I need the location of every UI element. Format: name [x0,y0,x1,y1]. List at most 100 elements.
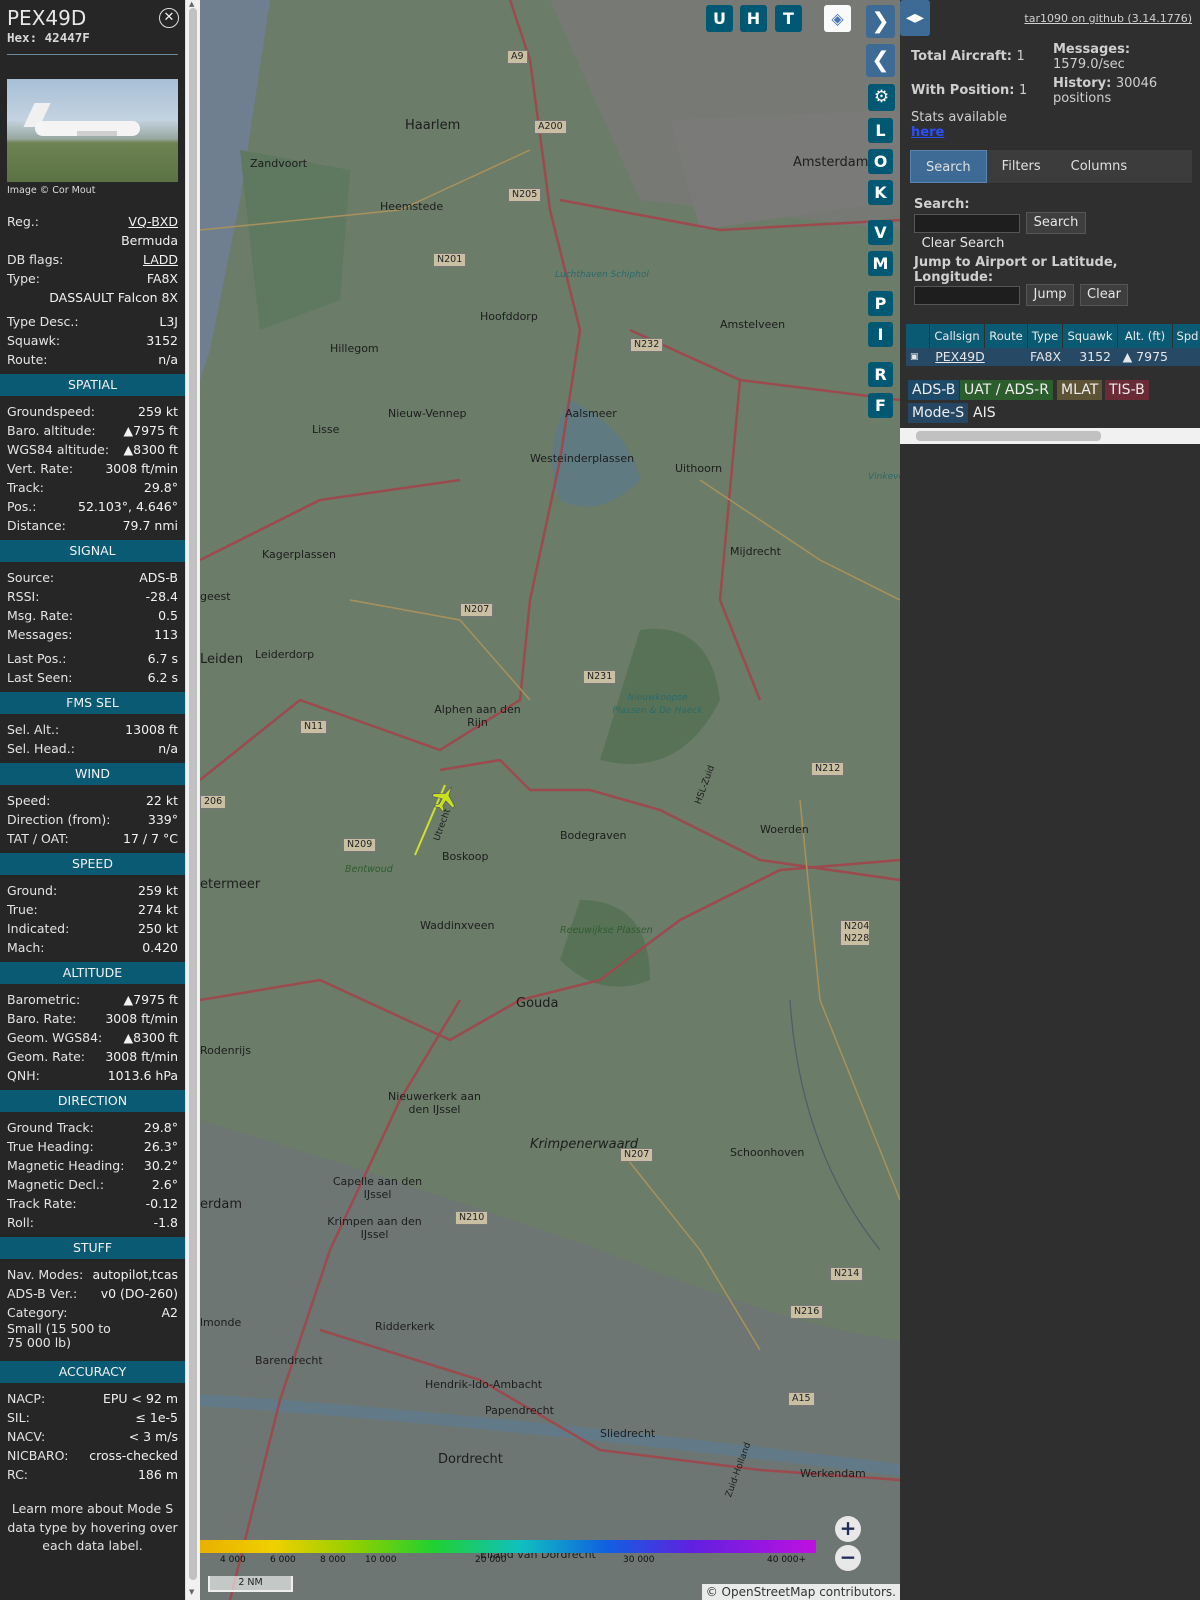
row-label[interactable]: Distance: [7,516,66,535]
row-label[interactable]: Ground Track: [7,1118,94,1137]
map-attribution[interactable]: © OpenStreetMap contributors. [701,1584,900,1600]
map-button-l[interactable]: L [868,118,893,143]
map-view[interactable]: Haarlem Amsterdam Zandvoort Heemstede Luchth… [200,0,900,1600]
row-label[interactable]: Sel. Alt.: [7,720,59,739]
row-label[interactable]: Baro. altitude: [7,421,96,440]
row-label[interactable]: Track: [7,478,44,497]
row-label[interactable]: DB flags: [7,250,63,269]
row-label[interactable]: Small (15 500 to 75 000 lb) [7,1322,117,1356]
settings-gear-icon[interactable]: ⚙ [868,84,895,111]
search-button[interactable]: Search [1026,212,1086,234]
map-button-r[interactable]: R [868,362,893,387]
row-label[interactable]: Last Pos.: [7,649,66,668]
row-label[interactable]: TAT / OAT: [7,829,69,848]
table-header-altitude[interactable]: Alt. (ft) [1118,324,1173,348]
tab-search[interactable]: Search [910,150,987,183]
expand-right-button[interactable]: ❯ [866,5,895,38]
map-button-i[interactable]: I [868,322,893,347]
row-label[interactable]: Vert. Rate: [7,459,73,478]
place-label: Nieuw-Vennep [388,407,467,420]
map-button-h[interactable]: H [740,5,767,32]
row-label[interactable]: Magnetic Decl.: [7,1175,104,1194]
map-button-v[interactable]: V [868,220,893,245]
aircraft-photo[interactable] [7,79,178,182]
row-label[interactable]: Source: [7,568,54,587]
row-callsign[interactable]: PEX49D [930,348,990,366]
row-label[interactable]: Groundspeed: [7,402,95,421]
row-label[interactable]: Sel. Head.: [7,739,75,758]
row-label[interactable]: Barometric: [7,990,80,1009]
row-label[interactable]: SIL: [7,1408,30,1427]
row-label[interactable]: Magnetic Heading: [7,1156,124,1175]
row-label[interactable]: Track Rate: [7,1194,77,1213]
row-label[interactable]: NACV: [7,1427,45,1446]
toggle-sidebar-icon[interactable]: ◂▸ [900,0,930,36]
github-link[interactable]: tar1090 on github (3.14.1776) [1024,12,1192,25]
tab-columns[interactable]: Columns [1056,150,1143,183]
row-label[interactable]: NACP: [7,1389,45,1408]
map-button-t[interactable]: T [775,5,802,32]
info-scrollbar[interactable]: ▲ ▼ [185,0,200,1600]
row-label[interactable]: Reg.: [7,212,39,231]
row-label[interactable]: Msg. Rate: [7,606,73,625]
row-value: 3008 ft/min [105,1049,178,1064]
row-label[interactable]: Roll: [7,1213,34,1232]
row-label[interactable]: ADS-B Ver.: [7,1284,77,1303]
row-label[interactable]: Ground: [7,881,57,900]
map-button-m[interactable]: M [868,251,893,276]
layers-icon[interactable]: ◈ [824,5,851,32]
info-row-nacv: NACV: < 3 m/s [0,1427,185,1446]
row-label[interactable]: Route: [7,350,48,369]
row-label[interactable]: Category: [7,1303,67,1322]
map-button-p[interactable]: P [868,291,893,316]
row-label[interactable]: QNH: [7,1066,40,1085]
row-value[interactable]: LADD [143,250,178,269]
clear-search-button[interactable]: Clear Search [916,234,1010,256]
row-label[interactable]: Indicated: [7,919,69,938]
row-label[interactable]: Last Seen: [7,668,72,687]
map-button-k[interactable]: K [868,180,893,205]
search-input[interactable] [914,214,1020,233]
row-label[interactable]: True Heading: [7,1137,94,1156]
row-label[interactable]: RSSI: [7,587,39,606]
table-header-squawk[interactable]: Squawk [1063,324,1118,348]
row-label[interactable]: Geom. Rate: [7,1047,85,1066]
row-label[interactable]: Pos.: [7,497,36,516]
jump-input[interactable] [914,286,1020,305]
source-badge-uat-ads-r: UAT / ADS-R [960,380,1053,400]
table-header-callsign[interactable]: Callsign [930,324,985,348]
clear-button[interactable]: Clear [1080,284,1128,306]
row-label[interactable]: Baro. Rate: [7,1009,76,1028]
table-header-type[interactable]: Type [1028,324,1063,348]
row-label[interactable]: Type: [7,269,40,288]
row-label[interactable]: Nav. Modes: [7,1265,83,1284]
row-label[interactable]: Geom. WGS84: [7,1028,102,1047]
row-label[interactable]: WGS84 altitude: [7,440,109,459]
row-label[interactable]: NICBARO: [7,1446,68,1465]
map-button-o[interactable]: O [868,149,893,174]
map-button-f[interactable]: F [868,393,893,418]
info-row-sel-head: Sel. Head.: n/a [0,739,185,758]
row-value[interactable]: VQ-BXD [128,212,178,231]
table-header-route[interactable]: Route [985,324,1028,348]
zoom-out-button[interactable]: − [835,1545,861,1571]
row-label[interactable]: Speed: [7,791,50,810]
tab-filters[interactable]: Filters [987,150,1056,183]
close-icon[interactable]: ✕ [159,8,179,28]
table-horizontal-scrollbar[interactable] [900,428,1200,444]
row-label[interactable]: Direction (from): [7,810,111,829]
jump-button[interactable]: Jump [1026,284,1074,306]
row-label[interactable]: True: [7,900,38,919]
stats-link[interactable]: here [911,125,944,140]
info-row-messages: Messages: 113 [0,625,185,644]
row-label[interactable]: Squawk: [7,331,60,350]
expand-left-button[interactable]: ❮ [866,44,895,77]
map-button-u[interactable]: U [706,5,733,32]
table-header-speed[interactable]: Spd [1173,324,1200,348]
table-header-flag[interactable] [906,324,930,348]
row-label[interactable]: RC: [7,1465,28,1484]
row-label[interactable]: Type Desc.: [7,312,79,331]
row-label[interactable]: Mach: [7,938,44,957]
row-label[interactable]: Messages: [7,625,73,644]
zoom-in-button[interactable]: + [835,1516,861,1542]
